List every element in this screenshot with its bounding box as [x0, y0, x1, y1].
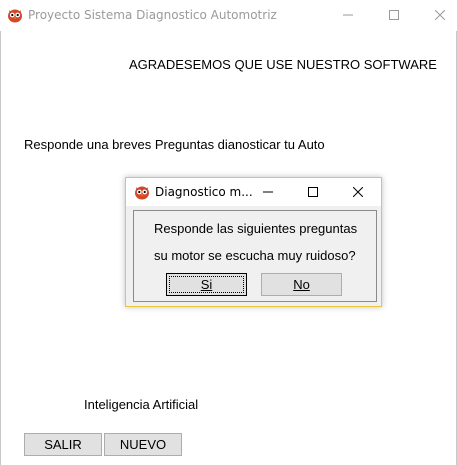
maximize-button[interactable]: [371, 0, 417, 30]
ia-label: Inteligencia Artificial: [84, 397, 199, 412]
main-titlebar[interactable]: Proyecto Sistema Diagnostico Automotriz: [0, 0, 457, 31]
si-button-label: Si: [200, 277, 213, 292]
no-button[interactable]: No: [261, 273, 342, 296]
salir-button[interactable]: SALIR: [24, 433, 102, 456]
instructions-label: Responde una breves Preguntas dianostica…: [24, 137, 325, 152]
close-icon: [353, 187, 363, 197]
minimize-icon: [343, 14, 353, 16]
nuevo-button[interactable]: NUEVO: [104, 433, 182, 456]
dialog-minimize-button[interactable]: [246, 178, 290, 206]
dialog-close-button[interactable]: [336, 178, 380, 206]
dialog-maximize-button[interactable]: [291, 178, 335, 206]
header-label: AGRADESEMOS QUE USE NUESTRO SOFTWARE: [129, 57, 437, 72]
minimize-icon: [263, 191, 273, 193]
minimize-button[interactable]: [325, 0, 371, 30]
window-title: Proyecto Sistema Diagnostico Automotriz: [28, 8, 277, 22]
close-button[interactable]: [417, 0, 457, 30]
maximize-icon: [389, 10, 399, 20]
dialog-title: Diagnostico m...: [155, 185, 253, 199]
dialog-prompt-label: Responde las siguientes preguntas: [154, 221, 358, 236]
dialog-question-label: su motor se escucha muy ruidoso?: [154, 248, 356, 263]
owl-app-icon: [8, 9, 22, 23]
dialog-titlebar[interactable]: Diagnostico m...: [126, 178, 381, 206]
dialog-question-panel: Responde las siguientes preguntas su mot…: [133, 210, 377, 302]
maximize-icon: [308, 187, 318, 197]
no-button-label: No: [293, 277, 310, 292]
diagnostic-dialog: Diagnostico m... Responde las siguientes…: [125, 177, 382, 307]
owl-app-icon: [135, 186, 149, 200]
si-button[interactable]: Si: [166, 273, 247, 296]
close-icon: [435, 10, 445, 20]
